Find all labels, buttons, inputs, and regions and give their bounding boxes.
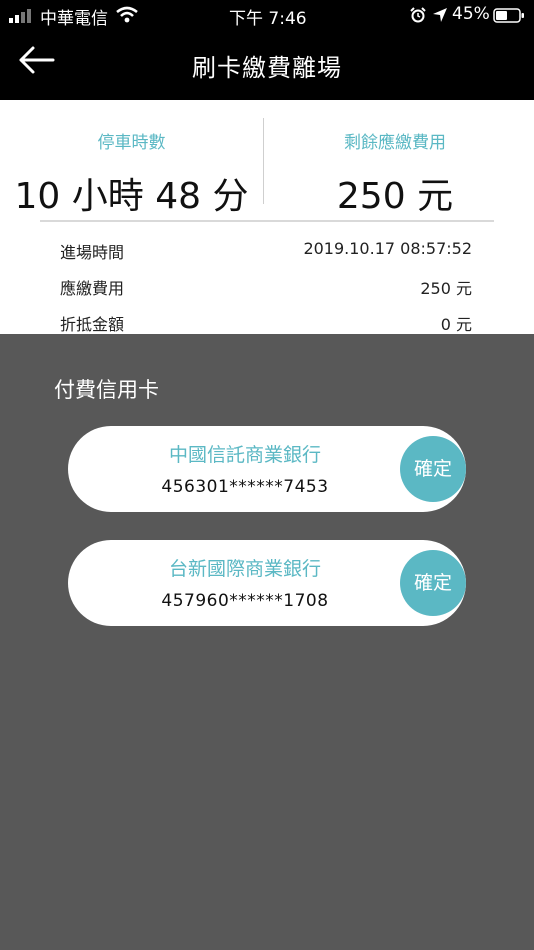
- detail-value: 250 元: [420, 279, 472, 298]
- nav-bar: 刷卡繳費離場: [0, 30, 534, 100]
- fee-stat: 剩餘應繳費用 250 元: [264, 100, 526, 219]
- fee-label: 剩餘應繳費用: [344, 133, 446, 153]
- detail-row-payable: 應繳費用 250 元: [60, 275, 472, 303]
- battery-percent: 45%: [452, 4, 490, 24]
- credit-card-item[interactable]: 中國信託商業銀行 456301******7453 確定: [68, 426, 466, 512]
- bank-name: 中國信託商業銀行: [168, 444, 321, 466]
- detail-value: 0 元: [440, 315, 472, 334]
- detail-label: 折抵金額: [60, 315, 125, 334]
- summary-divider: [40, 220, 494, 222]
- status-bar: 中華電信 下午 7:46 45%: [0, 0, 534, 30]
- detail-row-discount: 折抵金額 0 元: [60, 311, 472, 339]
- duration-label: 停車時數: [97, 133, 166, 153]
- detail-row-entry-time: 進場時間 2019.10.17 08:57:52: [60, 239, 472, 267]
- clock: 下午 7:46: [229, 9, 307, 29]
- carrier-name: 中華電信: [40, 9, 108, 29]
- confirm-button[interactable]: 確定: [400, 436, 466, 502]
- duration-stat: 停車時數 10 小時 48 分: [0, 100, 263, 219]
- detail-value: 2019.10.17 08:57:52: [303, 239, 472, 258]
- signal-icon: [9, 9, 31, 23]
- bank-name: 台新國際商業銀行: [168, 558, 321, 580]
- location-arrow-icon: [433, 8, 447, 22]
- fee-value: 250 元: [336, 176, 454, 217]
- battery-icon: [493, 8, 524, 23]
- alarm-icon: [410, 7, 426, 23]
- credit-card-section-title: 付費信用卡: [54, 378, 159, 402]
- credit-card-item[interactable]: 台新國際商業銀行 457960******1708 確定: [68, 540, 466, 626]
- parking-summary: 停車時數 10 小時 48 分 剩餘應繳費用 250 元 進場時間 2019.1…: [0, 100, 534, 334]
- card-number: 456301******7453: [161, 477, 329, 497]
- detail-label: 進場時間: [60, 243, 125, 262]
- detail-label: 應繳費用: [60, 279, 125, 298]
- duration-value: 10 小時 48 分: [14, 176, 249, 217]
- card-number: 457960******1708: [161, 591, 329, 611]
- page-title: 刷卡繳費離場: [192, 54, 342, 82]
- confirm-button[interactable]: 確定: [400, 550, 466, 616]
- wifi-icon: [116, 6, 138, 23]
